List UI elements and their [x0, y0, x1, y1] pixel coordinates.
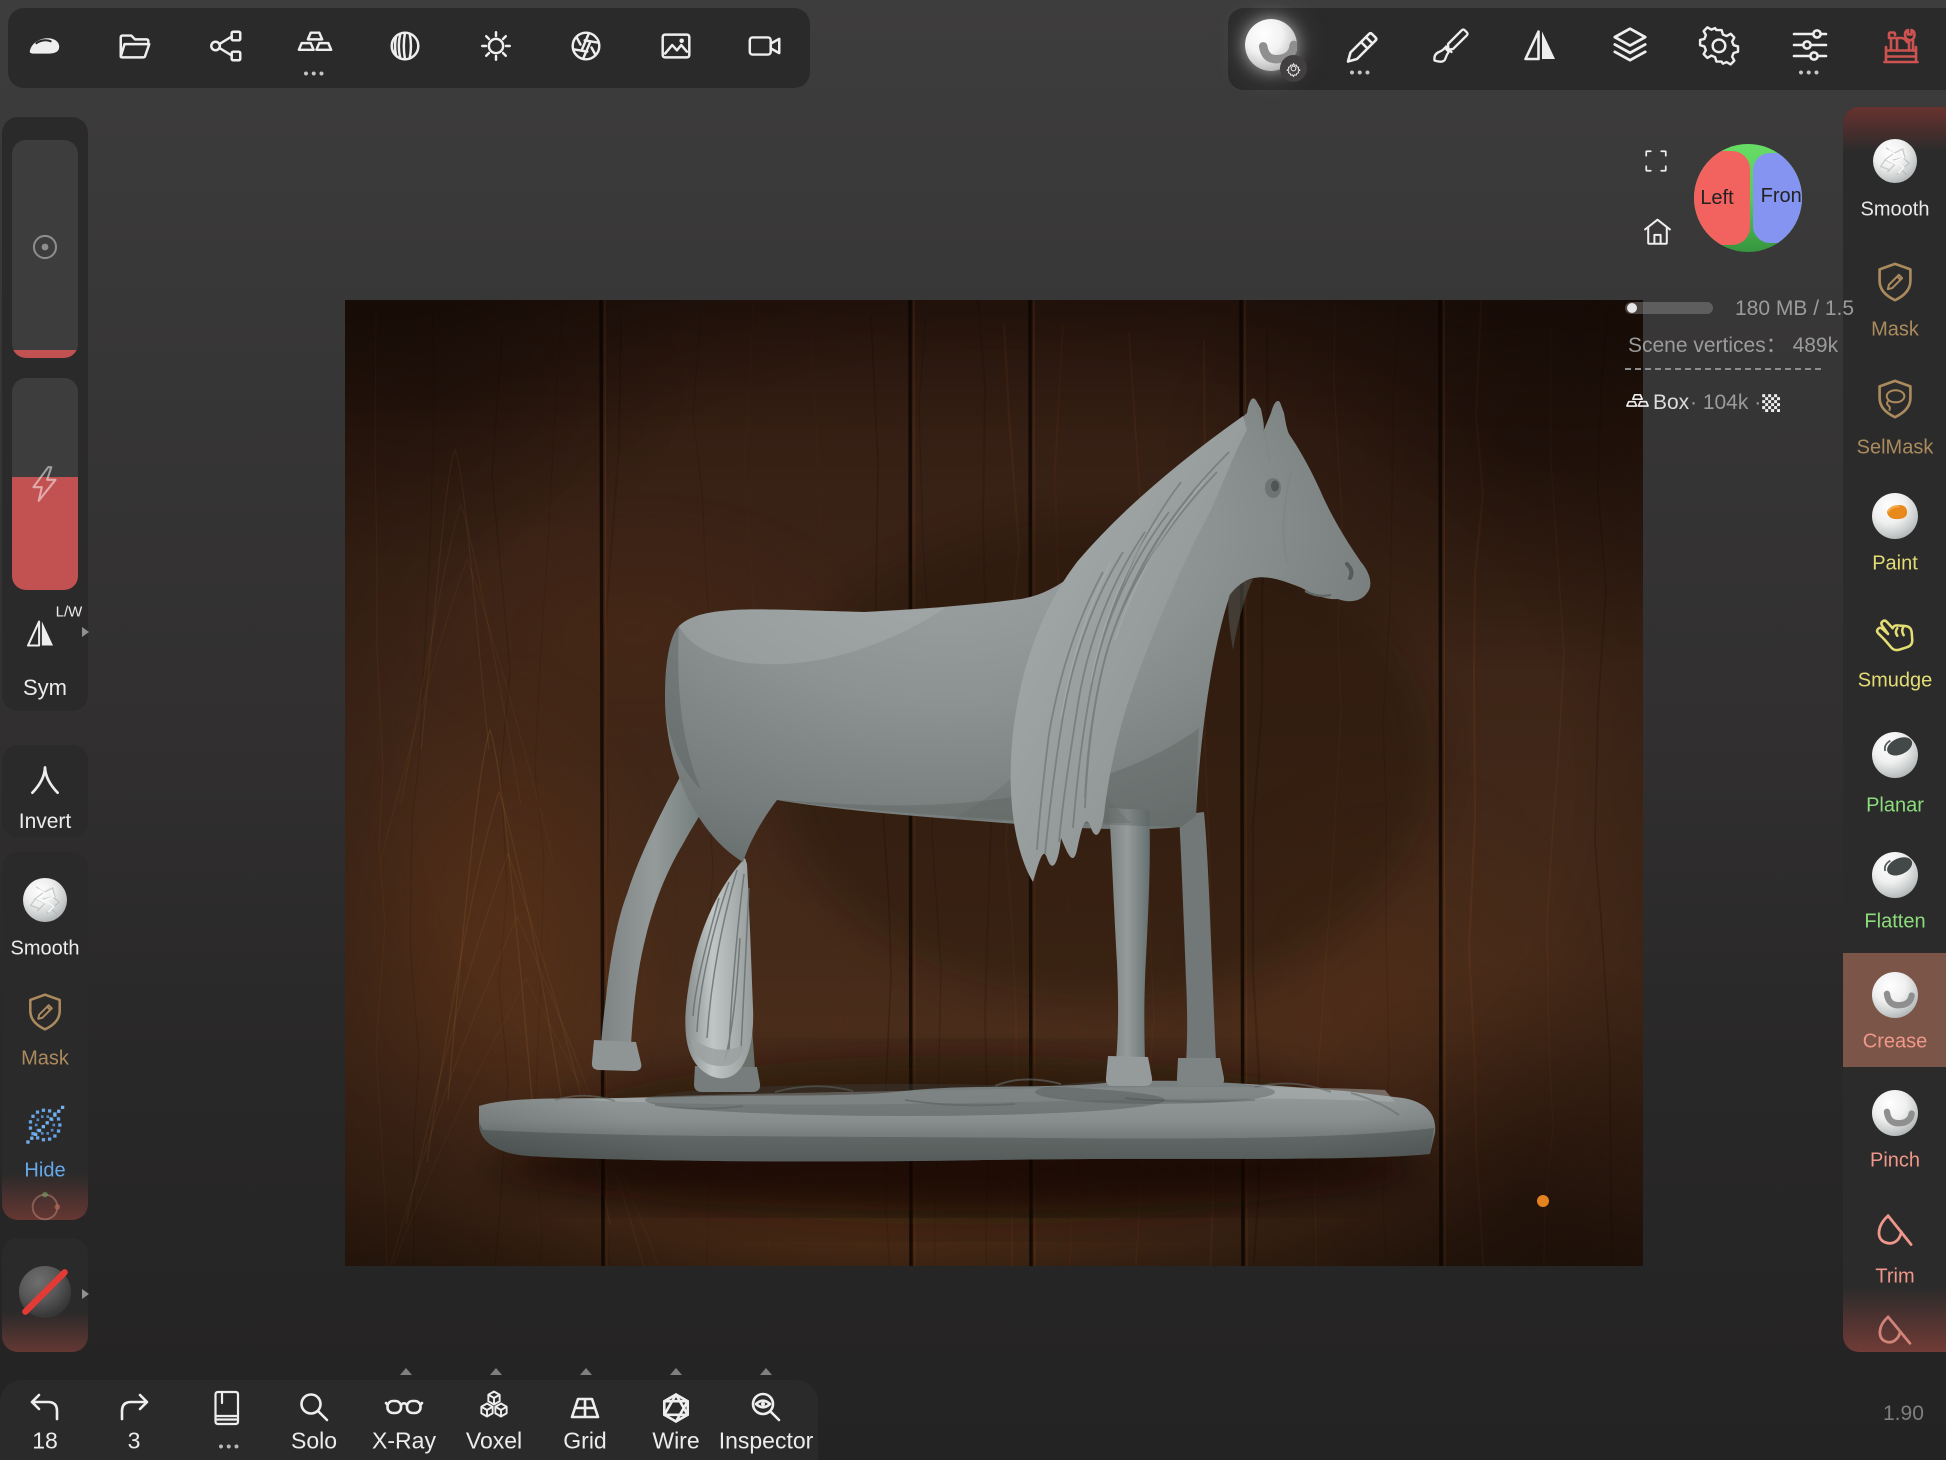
- svg-text:Left: Left: [1700, 187, 1734, 209]
- svg-text:Front: Front: [1761, 185, 1802, 207]
